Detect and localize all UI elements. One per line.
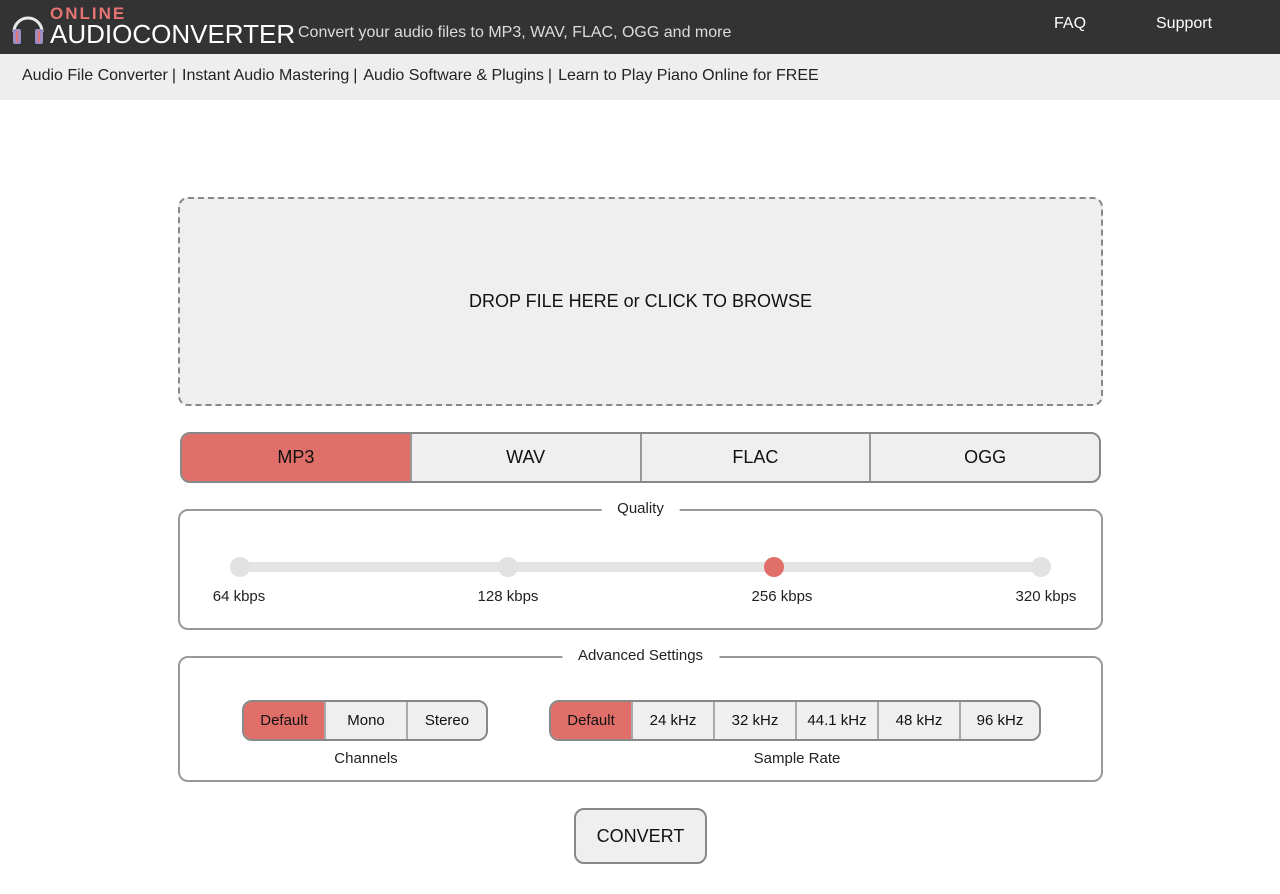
subnav-item-learn-piano[interactable]: Learn to Play Piano Online for FREE: [558, 67, 819, 85]
subnav-item-instant-audio-mastering[interactable]: Instant Audio Mastering |: [182, 67, 357, 85]
channels-option-mono[interactable]: Mono: [326, 702, 408, 739]
format-selector: MP3 WAV FLAC OGG: [180, 432, 1101, 483]
faq-link[interactable]: FAQ: [1054, 15, 1086, 33]
sample-rate-option-32khz[interactable]: 32 kHz: [715, 702, 797, 739]
quality-stop-320[interactable]: [1031, 557, 1051, 577]
channels-option-stereo[interactable]: Stereo: [408, 702, 486, 739]
channels-option-default[interactable]: Default: [244, 702, 326, 739]
subnav-item-audio-file-converter[interactable]: Audio File Converter |: [22, 67, 176, 85]
logo-main-text: AUDIOCONVERTER: [50, 19, 296, 49]
sample-rate-option-96khz[interactable]: 96 kHz: [961, 702, 1039, 739]
site-logo[interactable]: ONLINE AUDIOCONVERTER: [10, 4, 295, 50]
quality-stop-128[interactable]: [498, 557, 518, 577]
sample-rate-option-default[interactable]: Default: [551, 702, 633, 739]
top-bar: ONLINE AUDIOCONVERTER Convert your audio…: [0, 0, 1280, 54]
subnav-label: Audio File Converter: [22, 67, 168, 84]
channels-selector: Default Mono Stereo: [242, 700, 488, 741]
quality-slider-track[interactable]: [240, 562, 1042, 572]
sample-rate-option-48khz[interactable]: 48 kHz: [879, 702, 961, 739]
sample-rate-option-44khz[interactable]: 44.1 kHz: [797, 702, 879, 739]
quality-slider-handle[interactable]: [764, 557, 784, 577]
format-option-flac[interactable]: FLAC: [642, 434, 872, 481]
subnav-separator: |: [171, 67, 176, 84]
subnav-label: Learn to Play Piano Online for FREE: [558, 67, 819, 84]
channels-label: Channels: [334, 750, 398, 767]
sub-navigation: Audio File Converter | Instant Audio Mast…: [0, 54, 1280, 100]
quality-label-256: 256 kbps: [751, 588, 813, 605]
quality-stop-64[interactable]: [230, 557, 250, 577]
file-drop-zone[interactable]: DROP FILE HERE or CLICK TO BROWSE: [178, 197, 1103, 406]
format-option-mp3[interactable]: MP3: [182, 434, 412, 481]
quality-label-128: 128 kbps: [477, 588, 539, 605]
format-option-wav[interactable]: WAV: [412, 434, 642, 481]
quality-label-64: 64 kbps: [212, 588, 266, 605]
advanced-settings-legend: Advanced Settings: [561, 647, 720, 664]
sample-rate-label: Sample Rate: [753, 750, 841, 767]
format-option-ogg[interactable]: OGG: [871, 434, 1099, 481]
subnav-item-audio-software-plugins[interactable]: Audio Software & Plugins |: [363, 67, 552, 85]
support-link[interactable]: Support: [1156, 15, 1212, 33]
site-tagline: Convert your audio files to MP3, WAV, FL…: [298, 24, 732, 41]
subnav-label: Audio Software & Plugins: [363, 67, 544, 84]
sample-rate-option-24khz[interactable]: 24 kHz: [633, 702, 715, 739]
convert-button[interactable]: CONVERT: [574, 808, 707, 864]
headphones-icon: [12, 16, 44, 44]
quality-panel: Quality 64 kbps 128 kbps 256 kbps 320 kb…: [178, 500, 1103, 630]
subnav-separator: |: [547, 67, 553, 84]
sample-rate-selector: Default 24 kHz 32 kHz 44.1 kHz 48 kHz 96…: [549, 700, 1041, 741]
quality-label-320: 320 kbps: [1015, 588, 1077, 605]
advanced-settings-panel: Advanced Settings Default Mono Stereo Ch…: [178, 647, 1103, 782]
subnav-separator: |: [353, 67, 358, 84]
quality-legend: Quality: [601, 500, 680, 517]
drop-zone-text: DROP FILE HERE or CLICK TO BROWSE: [468, 291, 813, 311]
subnav-label: Instant Audio Mastering: [182, 67, 350, 84]
